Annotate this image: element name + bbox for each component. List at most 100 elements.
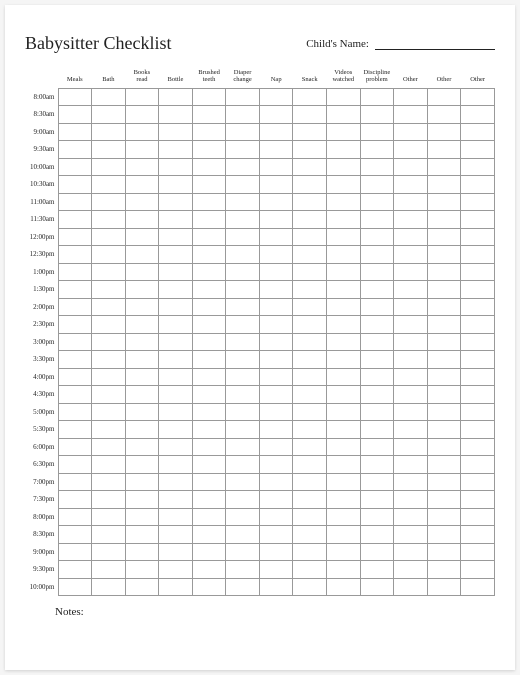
child-name-input-line[interactable] bbox=[375, 37, 495, 50]
checklist-cell[interactable] bbox=[259, 316, 293, 334]
checklist-cell[interactable] bbox=[461, 491, 495, 509]
checklist-cell[interactable] bbox=[327, 368, 361, 386]
checklist-cell[interactable] bbox=[427, 438, 461, 456]
checklist-cell[interactable] bbox=[159, 211, 193, 229]
checklist-cell[interactable] bbox=[327, 193, 361, 211]
checklist-cell[interactable] bbox=[360, 456, 394, 474]
checklist-cell[interactable] bbox=[394, 158, 428, 176]
checklist-cell[interactable] bbox=[192, 333, 226, 351]
checklist-cell[interactable] bbox=[461, 158, 495, 176]
checklist-cell[interactable] bbox=[394, 421, 428, 439]
checklist-cell[interactable] bbox=[125, 228, 159, 246]
checklist-cell[interactable] bbox=[58, 298, 92, 316]
checklist-cell[interactable] bbox=[360, 106, 394, 124]
checklist-cell[interactable] bbox=[226, 386, 260, 404]
checklist-cell[interactable] bbox=[192, 473, 226, 491]
checklist-cell[interactable] bbox=[427, 211, 461, 229]
checklist-cell[interactable] bbox=[159, 281, 193, 299]
checklist-cell[interactable] bbox=[394, 386, 428, 404]
checklist-cell[interactable] bbox=[360, 333, 394, 351]
checklist-cell[interactable] bbox=[394, 403, 428, 421]
checklist-cell[interactable] bbox=[159, 438, 193, 456]
checklist-cell[interactable] bbox=[226, 333, 260, 351]
checklist-cell[interactable] bbox=[327, 578, 361, 596]
checklist-cell[interactable] bbox=[92, 298, 126, 316]
checklist-cell[interactable] bbox=[394, 298, 428, 316]
checklist-cell[interactable] bbox=[92, 438, 126, 456]
checklist-cell[interactable] bbox=[394, 263, 428, 281]
checklist-cell[interactable] bbox=[427, 403, 461, 421]
checklist-cell[interactable] bbox=[159, 193, 193, 211]
checklist-cell[interactable] bbox=[159, 526, 193, 544]
checklist-cell[interactable] bbox=[327, 333, 361, 351]
checklist-cell[interactable] bbox=[327, 386, 361, 404]
checklist-cell[interactable] bbox=[427, 193, 461, 211]
checklist-cell[interactable] bbox=[192, 246, 226, 264]
checklist-cell[interactable] bbox=[58, 333, 92, 351]
checklist-cell[interactable] bbox=[125, 263, 159, 281]
checklist-cell[interactable] bbox=[58, 176, 92, 194]
checklist-cell[interactable] bbox=[461, 508, 495, 526]
checklist-cell[interactable] bbox=[226, 298, 260, 316]
checklist-cell[interactable] bbox=[461, 263, 495, 281]
checklist-cell[interactable] bbox=[293, 421, 327, 439]
checklist-cell[interactable] bbox=[226, 88, 260, 106]
checklist-cell[interactable] bbox=[226, 368, 260, 386]
checklist-cell[interactable] bbox=[327, 543, 361, 561]
checklist-cell[interactable] bbox=[125, 316, 159, 334]
checklist-cell[interactable] bbox=[327, 228, 361, 246]
checklist-cell[interactable] bbox=[58, 526, 92, 544]
checklist-cell[interactable] bbox=[394, 543, 428, 561]
checklist-cell[interactable] bbox=[159, 351, 193, 369]
checklist-cell[interactable] bbox=[427, 561, 461, 579]
checklist-cell[interactable] bbox=[58, 193, 92, 211]
checklist-cell[interactable] bbox=[125, 438, 159, 456]
checklist-cell[interactable] bbox=[92, 561, 126, 579]
checklist-cell[interactable] bbox=[226, 106, 260, 124]
checklist-cell[interactable] bbox=[461, 141, 495, 159]
checklist-cell[interactable] bbox=[125, 106, 159, 124]
checklist-cell[interactable] bbox=[125, 473, 159, 491]
checklist-cell[interactable] bbox=[461, 351, 495, 369]
checklist-cell[interactable] bbox=[259, 438, 293, 456]
checklist-cell[interactable] bbox=[293, 438, 327, 456]
checklist-cell[interactable] bbox=[427, 526, 461, 544]
checklist-cell[interactable] bbox=[92, 193, 126, 211]
checklist-cell[interactable] bbox=[125, 88, 159, 106]
checklist-cell[interactable] bbox=[259, 106, 293, 124]
checklist-cell[interactable] bbox=[192, 508, 226, 526]
checklist-cell[interactable] bbox=[259, 158, 293, 176]
checklist-cell[interactable] bbox=[427, 228, 461, 246]
checklist-cell[interactable] bbox=[125, 193, 159, 211]
checklist-cell[interactable] bbox=[360, 438, 394, 456]
checklist-cell[interactable] bbox=[461, 211, 495, 229]
checklist-cell[interactable] bbox=[58, 438, 92, 456]
checklist-cell[interactable] bbox=[92, 368, 126, 386]
checklist-cell[interactable] bbox=[427, 508, 461, 526]
checklist-cell[interactable] bbox=[327, 141, 361, 159]
checklist-cell[interactable] bbox=[58, 158, 92, 176]
checklist-cell[interactable] bbox=[259, 246, 293, 264]
checklist-cell[interactable] bbox=[293, 456, 327, 474]
checklist-cell[interactable] bbox=[192, 578, 226, 596]
checklist-cell[interactable] bbox=[92, 403, 126, 421]
checklist-cell[interactable] bbox=[427, 281, 461, 299]
checklist-cell[interactable] bbox=[58, 421, 92, 439]
checklist-cell[interactable] bbox=[394, 246, 428, 264]
checklist-cell[interactable] bbox=[394, 281, 428, 299]
checklist-cell[interactable] bbox=[394, 578, 428, 596]
checklist-cell[interactable] bbox=[226, 578, 260, 596]
checklist-cell[interactable] bbox=[360, 298, 394, 316]
checklist-cell[interactable] bbox=[226, 263, 260, 281]
checklist-cell[interactable] bbox=[159, 543, 193, 561]
checklist-cell[interactable] bbox=[192, 491, 226, 509]
checklist-cell[interactable] bbox=[427, 141, 461, 159]
checklist-cell[interactable] bbox=[327, 526, 361, 544]
checklist-cell[interactable] bbox=[159, 246, 193, 264]
checklist-cell[interactable] bbox=[226, 526, 260, 544]
checklist-cell[interactable] bbox=[92, 88, 126, 106]
checklist-cell[interactable] bbox=[192, 176, 226, 194]
checklist-cell[interactable] bbox=[461, 368, 495, 386]
checklist-cell[interactable] bbox=[259, 193, 293, 211]
checklist-cell[interactable] bbox=[92, 176, 126, 194]
